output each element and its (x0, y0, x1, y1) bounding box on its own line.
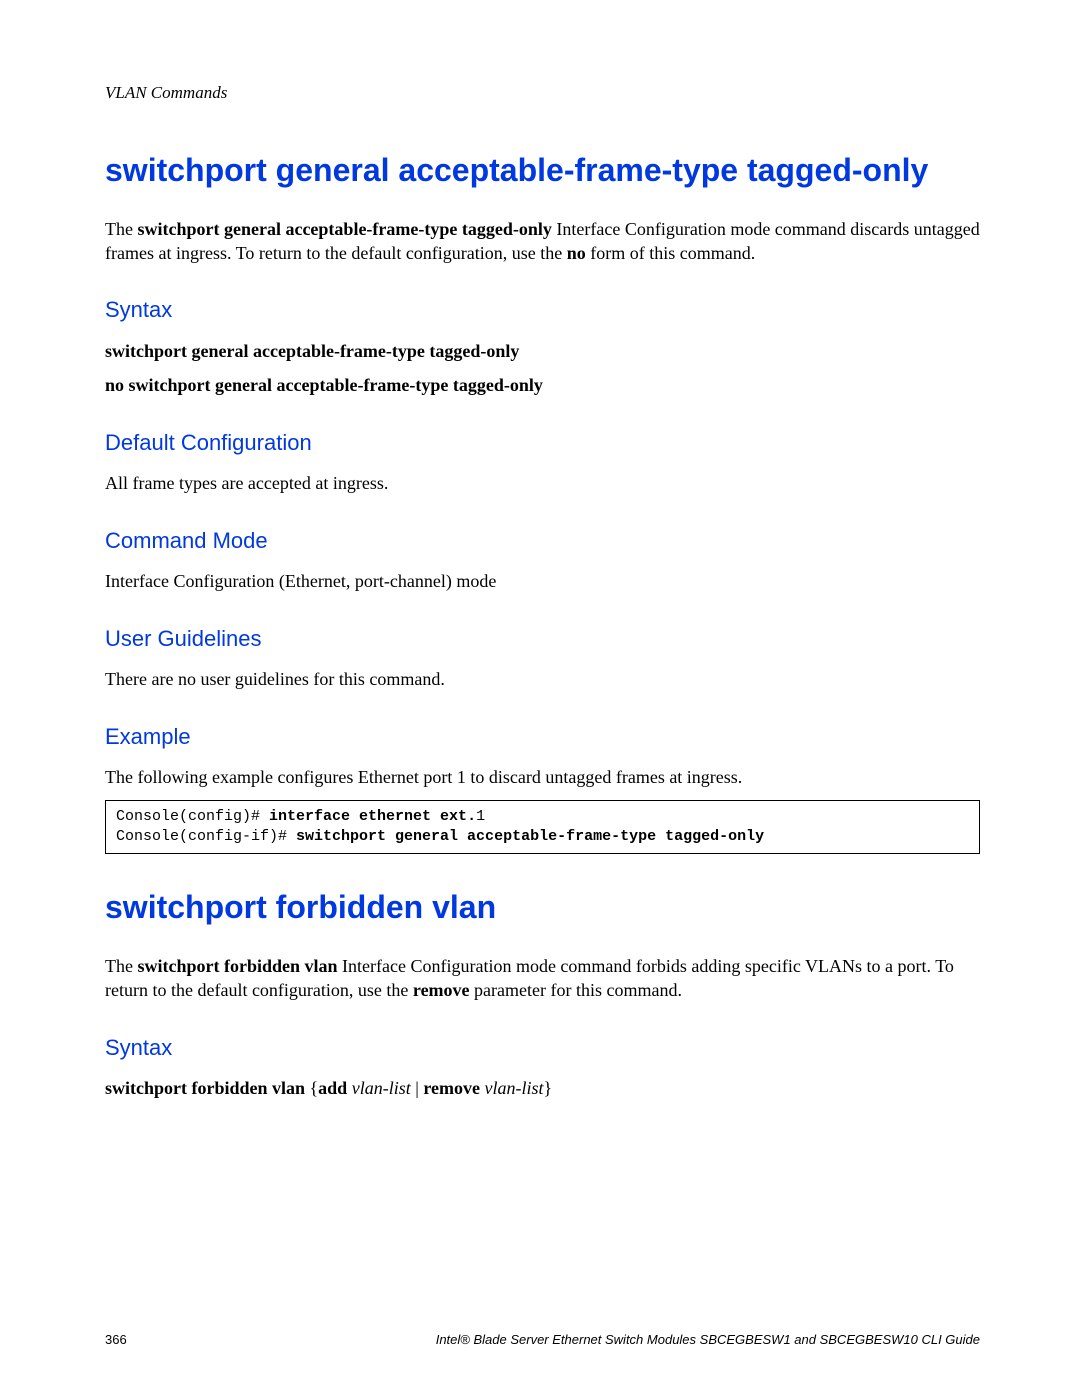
section-title-2: switchport forbidden vlan (105, 890, 980, 926)
code-text: 1 (476, 808, 485, 825)
page-footer: 366 Intel® Blade Server Ethernet Switch … (105, 1331, 980, 1349)
code-line-2: Console(config-if)# switchport general a… (116, 827, 969, 847)
command-name: switchport general acceptable-frame-type… (137, 219, 551, 239)
keyword-remove: remove (413, 980, 470, 1000)
syntax-text: } (543, 1078, 552, 1098)
syntax-kw: add (318, 1078, 347, 1098)
command-mode-text: Interface Configuration (Ethernet, port-… (105, 569, 980, 593)
heading-command-mode: Command Mode (105, 526, 980, 556)
syntax-text: | (411, 1078, 424, 1098)
section-title-1: switchport general acceptable-frame-type… (105, 153, 980, 189)
text: form of this command. (586, 243, 755, 263)
text: The (105, 956, 137, 976)
syntax-text: { (305, 1078, 318, 1098)
chapter-header: VLAN Commands (105, 82, 980, 105)
code-text: Console(config)# (116, 808, 269, 825)
heading-default-configuration: Default Configuration (105, 428, 980, 458)
heading-syntax-2: Syntax (105, 1033, 980, 1063)
heading-example: Example (105, 722, 980, 752)
section2-intro: The switchport forbidden vlan Interface … (105, 954, 980, 1003)
section1-intro: The switchport general acceptable-frame-… (105, 217, 980, 266)
page-number: 366 (105, 1331, 127, 1349)
default-config-text: All frame types are accepted at ingress. (105, 471, 980, 495)
code-bold: switchport general acceptable-frame-type… (296, 828, 764, 845)
heading-syntax: Syntax (105, 295, 980, 325)
syntax-line-2: no switchport general acceptable-frame-t… (105, 373, 980, 397)
syntax-var: vlan-list (484, 1078, 543, 1098)
syntax-line-1: switchport general acceptable-frame-type… (105, 339, 980, 363)
page: VLAN Commands switchport general accepta… (0, 0, 1080, 1397)
code-bold: interface ethernet ext. (269, 808, 476, 825)
syntax-kw: switchport forbidden vlan (105, 1078, 305, 1098)
code-text: Console(config-if)# (116, 828, 296, 845)
keyword-no: no (567, 243, 586, 263)
text: parameter for this command. (470, 980, 682, 1000)
syntax-var: vlan-list (352, 1078, 411, 1098)
user-guidelines-text: There are no user guidelines for this co… (105, 667, 980, 691)
text: The (105, 219, 137, 239)
syntax-line-forbidden: switchport forbidden vlan {add vlan-list… (105, 1076, 980, 1100)
heading-user-guidelines: User Guidelines (105, 624, 980, 654)
code-example-box: Console(config)# interface ethernet ext.… (105, 800, 980, 855)
code-line-1: Console(config)# interface ethernet ext.… (116, 807, 969, 827)
command-name: switchport forbidden vlan (137, 956, 337, 976)
example-text: The following example configures Etherne… (105, 765, 980, 789)
syntax-kw: remove (423, 1078, 480, 1098)
guide-title: Intel® Blade Server Ethernet Switch Modu… (436, 1331, 980, 1349)
